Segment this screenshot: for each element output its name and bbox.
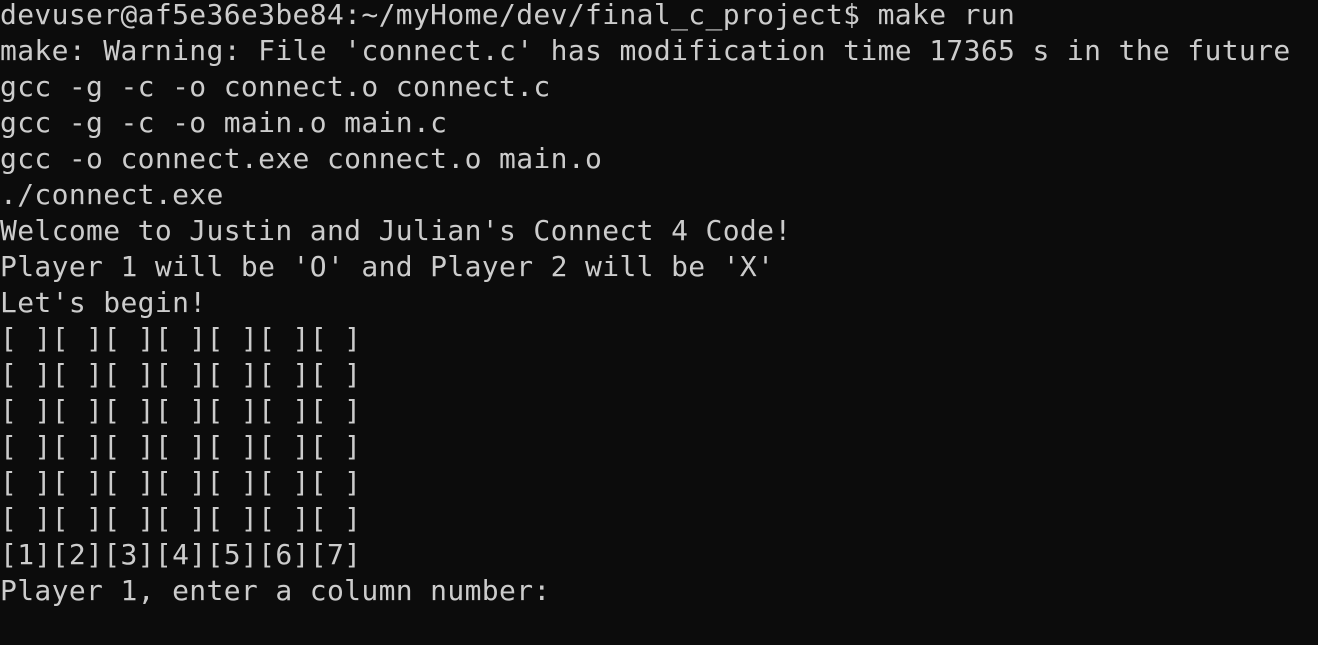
terminal-window[interactable]: devuser@af5e36e3be84:~/myHome/dev/final_… — [0, 0, 1318, 645]
make-warning-line: make: Warning: File 'connect.c' has modi… — [0, 34, 1291, 67]
board-row: [ ][ ][ ][ ][ ][ ][ ] — [0, 430, 362, 463]
input-prompt: Player 1, enter a column number: — [0, 574, 568, 607]
terminal-output: devuser@af5e36e3be84:~/myHome/dev/final_… — [0, 0, 1318, 609]
column-numbers: [1][2][3][4][5][6][7] — [0, 538, 362, 571]
board-row: [ ][ ][ ][ ][ ][ ][ ] — [0, 394, 362, 427]
board-row: [ ][ ][ ][ ][ ][ ][ ] — [0, 322, 362, 355]
link-line: gcc -o connect.exe connect.o main.o — [0, 142, 603, 175]
run-line: ./connect.exe — [0, 178, 224, 211]
begin-line: Let's begin! — [0, 286, 207, 319]
board-row: [ ][ ][ ][ ][ ][ ][ ] — [0, 466, 362, 499]
compile-line: gcc -g -c -o connect.o connect.c — [0, 70, 551, 103]
compile-line: gcc -g -c -o main.o main.c — [0, 106, 448, 139]
input-prompt-line[interactable]: Player 1, enter a column number: — [0, 573, 1318, 609]
welcome-line: Welcome to Justin and Julian's Connect 4… — [0, 214, 792, 247]
players-line: Player 1 will be 'O' and Player 2 will b… — [0, 250, 775, 283]
board-row: [ ][ ][ ][ ][ ][ ][ ] — [0, 358, 362, 391]
terminal-input[interactable] — [568, 573, 578, 603]
board-row: [ ][ ][ ][ ][ ][ ][ ] — [0, 502, 362, 535]
shell-prompt-command: devuser@af5e36e3be84:~/myHome/dev/final_… — [0, 0, 1016, 31]
